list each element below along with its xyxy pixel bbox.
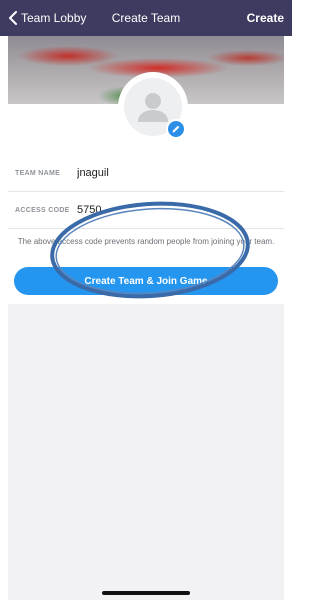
pencil-icon: [172, 125, 180, 133]
access-code-label: ACCESS CODE: [15, 206, 70, 214]
home-indicator: [102, 591, 190, 595]
divider: [8, 228, 284, 229]
team-name-label: TEAM NAME: [15, 169, 61, 177]
access-code-hint: The above access code prevents random pe…: [17, 237, 275, 246]
empty-content-area: [8, 304, 284, 600]
create-button[interactable]: Create: [247, 0, 284, 36]
create-team-join-game-button[interactable]: Create Team & Join Game: [14, 267, 278, 295]
chevron-left-icon: [9, 11, 17, 25]
back-button[interactable]: Team Lobby: [8, 0, 86, 36]
team-name-input[interactable]: [77, 167, 227, 179]
back-button-label: Team Lobby: [21, 11, 87, 25]
access-code-row: ACCESS CODE: [8, 192, 284, 228]
team-name-row: TEAM NAME: [8, 155, 284, 191]
access-code-input[interactable]: [77, 204, 227, 216]
edit-avatar-button[interactable]: [166, 119, 186, 139]
navigation-bar: Team Lobby Create Team Create: [0, 0, 292, 36]
